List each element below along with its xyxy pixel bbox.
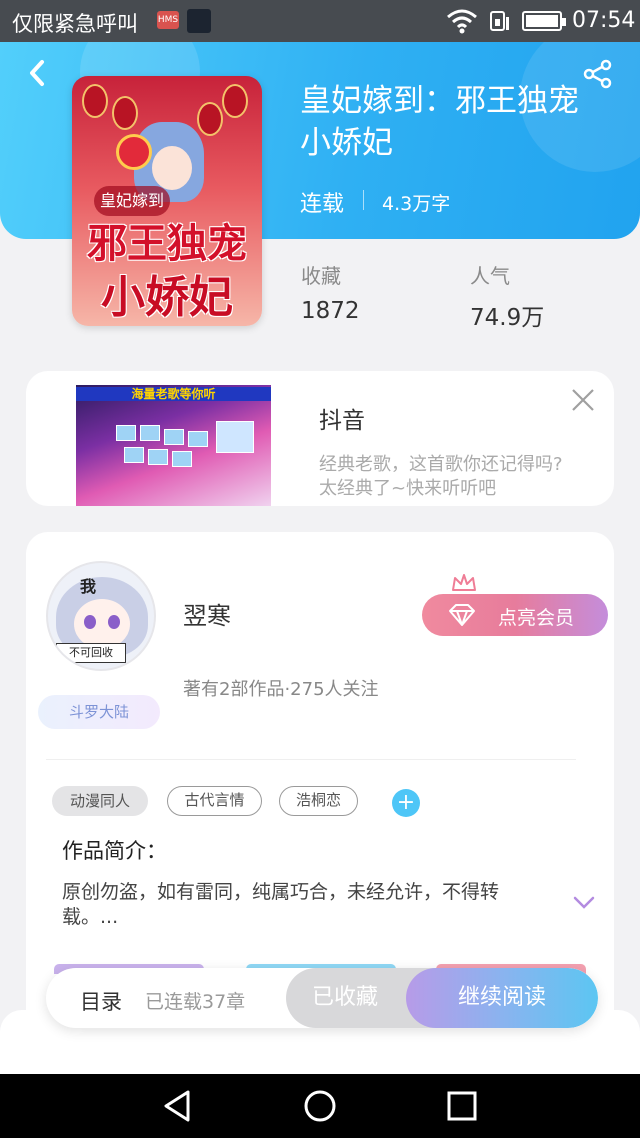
back-triangle-icon[interactable] <box>160 1088 196 1124</box>
avatar-sign: 不可回收 <box>56 643 126 663</box>
status-bar: 仅限紧急呼叫 HMS 07:54 <box>0 0 640 42</box>
divider <box>363 190 364 210</box>
plus-icon[interactable]: + <box>392 789 420 817</box>
flower-decoration <box>116 134 152 170</box>
ad-thumb <box>148 449 168 465</box>
ad-thumb <box>188 431 208 447</box>
toc-button[interactable]: 目录 <box>80 986 122 1016</box>
word-count: 4.3万字 <box>382 193 451 215</box>
chapter-count[interactable]: 已连载37章 <box>145 987 245 1014</box>
battery-icon <box>522 11 566 31</box>
ad-title: 抖音 <box>319 408 365 434</box>
intro-text: 原创勿盗，如有雷同，纯属巧合，未经允许，不得转载。... <box>62 881 500 928</box>
ad-description-line1: 经典老歌，这首歌你还记得吗? <box>319 454 563 475</box>
clock: 07:54 <box>572 8 636 33</box>
favorites-count: 1872 <box>301 298 360 324</box>
back-arrow-icon[interactable] <box>24 56 50 90</box>
author-meta: 著有2部作品·275人关注 <box>183 679 379 700</box>
book-cover[interactable]: 皇妃嫁到 邪王独宠 小娇妃 <box>72 76 262 326</box>
home-circle-icon[interactable] <box>302 1088 338 1124</box>
action-bar: 目录 已连载37章 已收藏 继续阅读 <box>46 968 598 1028</box>
favorites-label: 收藏 <box>301 264 341 288</box>
lantern-decoration <box>222 84 248 118</box>
carrier-text: 仅限紧急呼叫 <box>12 12 138 36</box>
ad-description-line2: 太经典了~快来听听吧 <box>319 478 497 499</box>
chevron-down-icon[interactable] <box>573 896 595 910</box>
vip-button[interactable]: 点亮会员 <box>422 594 608 636</box>
collected-label: 已收藏 <box>312 985 379 1010</box>
author-name[interactable]: 翌寒 <box>183 596 231 631</box>
divider <box>46 759 576 760</box>
sim-icon <box>490 11 509 31</box>
cover-title-line2: 小娇妃 <box>101 272 233 323</box>
ad-thumb <box>172 451 192 467</box>
ad-card[interactable]: 海量老歌等你听 抖音 经典老歌，这首歌你还记得吗? 太经典了~快来听听吧 <box>26 371 614 506</box>
lantern-decoration <box>197 102 223 136</box>
wifi-icon <box>447 9 477 34</box>
ad-thumb <box>116 425 136 441</box>
popularity-count: 74.9万 <box>470 305 545 331</box>
diamond-icon <box>449 604 475 626</box>
fan-badge[interactable]: 斗罗大陆 <box>38 695 160 729</box>
close-icon[interactable] <box>570 387 596 413</box>
crown-icon <box>452 574 476 591</box>
recents-square-icon[interactable] <box>444 1088 480 1124</box>
ad-thumb <box>164 429 184 445</box>
avatar-eye <box>108 615 120 629</box>
lantern-decoration <box>82 84 108 118</box>
ad-description: 经典老歌，这首歌你还记得吗? 太经典了~快来听听吧 <box>319 453 609 501</box>
intro-label: 作品简介： <box>62 839 167 863</box>
tag-haotonglian[interactable]: 浩桐恋 <box>279 786 358 816</box>
book-title: 皇妃嫁到：邪王独宠小娇妃 <box>300 83 579 161</box>
tag-ancient-romance[interactable]: 古代言情 <box>167 786 262 816</box>
ad-image-banner: 海量老歌等你听 <box>76 387 271 401</box>
serial-status: 连载 <box>300 192 345 217</box>
hms-icon: HMS <box>157 11 179 29</box>
tag-anime-fanfic[interactable]: 动漫同人 <box>52 786 148 816</box>
avatar-face <box>74 599 130 649</box>
ad-thumb <box>216 421 254 453</box>
ad-thumb <box>140 425 160 441</box>
system-nav-bar <box>0 1074 640 1138</box>
avatar[interactable]: 我 不可回收 <box>46 561 156 671</box>
avatar-caption: 我 <box>80 577 97 596</box>
lantern-decoration <box>112 96 138 130</box>
continue-reading-button[interactable]: 继续阅读 <box>406 968 598 1028</box>
ad-thumb <box>124 447 144 463</box>
ad-image[interactable]: 海量老歌等你听 <box>76 385 271 506</box>
popularity-label: 人气 <box>470 264 510 288</box>
avatar-eye <box>84 615 96 629</box>
vip-button-label: 点亮会员 <box>498 607 575 629</box>
app-notification-icon <box>187 9 211 33</box>
cover-character-face <box>152 146 192 190</box>
